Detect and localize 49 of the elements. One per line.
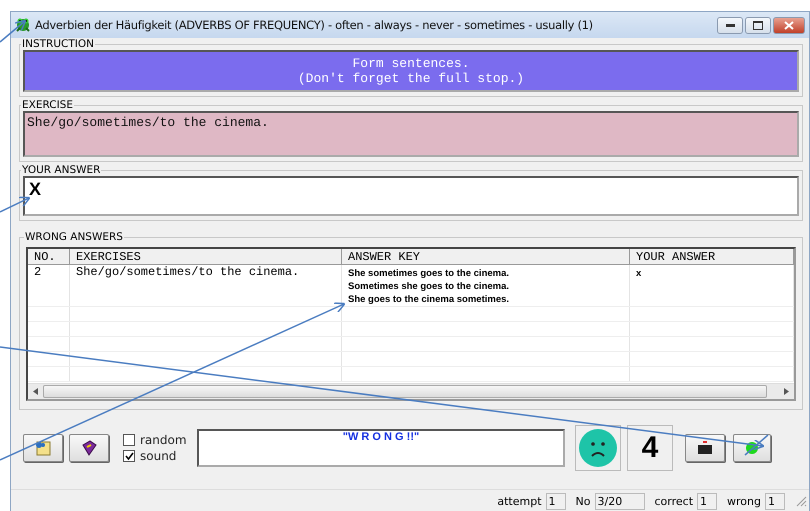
answer-key-text: She sometimes goes to the cinema. — [348, 267, 510, 280]
status-value: 3/20 — [594, 492, 644, 510]
minimize-icon — [726, 24, 734, 26]
maximize-icon — [753, 20, 763, 30]
resize-grip-icon — [795, 495, 807, 507]
score-text: 4 — [642, 431, 658, 465]
answer-field[interactable]: X — [23, 176, 799, 216]
column-header[interactable]: ANSWER KEY — [342, 249, 630, 265]
checkbox[interactable] — [123, 434, 135, 446]
note-icon — [34, 440, 52, 456]
frog-icon — [15, 17, 31, 33]
exercise-text: She/go/sometimes/to the cinema. — [27, 115, 269, 130]
column-header[interactable]: YOUR ANSWER — [630, 249, 794, 265]
table-cell-text: 2 — [34, 265, 42, 279]
group-label: INSTRUCTION — [21, 38, 95, 50]
group-label: YOUR ANSWER — [21, 164, 102, 176]
instruction-text: Form sentences. — [352, 56, 470, 71]
status-label: correct — [654, 494, 694, 508]
window-title: Adverbien der Häufigkeit (ADVERBS OF FREQUENCY) - often - always - never - sometimes - usually (1) — [35, 18, 594, 32]
checkbox-label: random — [140, 433, 187, 447]
table-cell-text: x — [636, 267, 642, 280]
scroll-left-icon[interactable] — [33, 388, 38, 395]
checkbox[interactable] — [123, 450, 135, 462]
status-value: 1 — [765, 492, 785, 510]
close-icon — [784, 20, 794, 30]
status-label: wrong — [727, 494, 761, 508]
feedback-text: "W R O N G !!" — [342, 431, 420, 445]
status-value: 1 — [697, 492, 718, 510]
book-icon — [80, 440, 98, 456]
column-header[interactable]: NO. — [28, 249, 70, 265]
dot-icon — [746, 442, 758, 454]
answer-key-text: She goes to the cinema sometimes. — [348, 293, 510, 306]
scroll-right-icon[interactable] — [784, 388, 789, 395]
column-header[interactable]: EXERCISES — [70, 249, 342, 265]
table-cell-text: She/go/sometimes/to the cinema. — [76, 265, 300, 279]
status-label: attempt — [497, 494, 542, 508]
toolbar-button[interactable] — [685, 434, 725, 462]
group-label: EXERCISE — [21, 99, 74, 111]
status-label: No — [576, 494, 590, 508]
maximize-button[interactable] — [745, 16, 771, 34]
close-button[interactable] — [773, 16, 805, 34]
checkbox-label: sound — [140, 449, 176, 463]
answer-key-text: Sometimes she goes to the cinema. — [348, 280, 510, 293]
minimize-button[interactable] — [717, 16, 743, 34]
instruction-text: (Don't forget the full stop.) — [298, 71, 524, 86]
toolbar-button[interactable] — [69, 434, 109, 462]
camera-icon — [697, 441, 713, 455]
group-label: WRONG ANSWERS — [24, 231, 124, 243]
status-value: 1 — [546, 492, 566, 510]
